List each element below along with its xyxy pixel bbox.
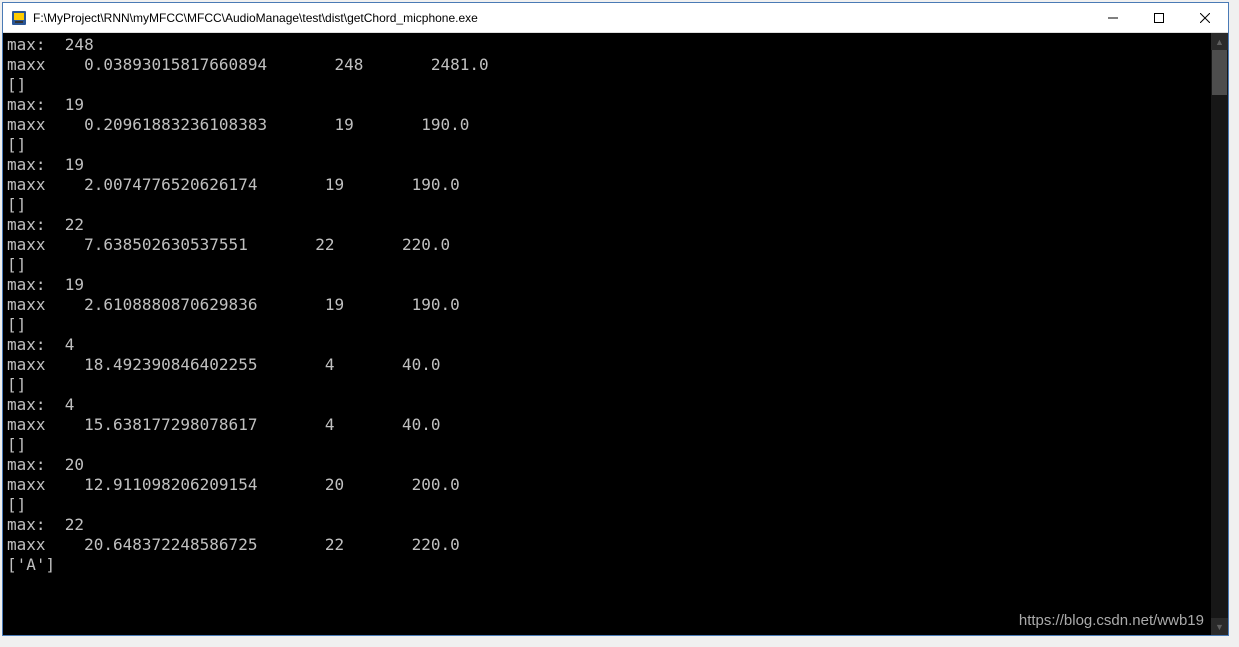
scroll-up-arrow[interactable]: ▲ [1211,33,1228,50]
app-icon [11,10,27,26]
console-area: max: 248 maxx 0.03893015817660894 248 24… [3,33,1228,635]
window-title: F:\MyProject\RNN\myMFCC\MFCC\AudioManage… [33,11,1090,25]
scroll-thumb[interactable] [1212,50,1227,95]
scroll-down-arrow[interactable]: ▼ [1211,618,1228,635]
close-button[interactable] [1182,3,1228,33]
console-output[interactable]: max: 248 maxx 0.03893015817660894 248 24… [3,33,1211,635]
maximize-button[interactable] [1136,3,1182,33]
minimize-button[interactable] [1090,3,1136,33]
vertical-scrollbar[interactable]: ▲ ▼ [1211,33,1228,635]
titlebar[interactable]: F:\MyProject\RNN\myMFCC\MFCC\AudioManage… [3,3,1228,33]
console-window: F:\MyProject\RNN\myMFCC\MFCC\AudioManage… [2,2,1229,636]
window-controls [1090,3,1228,32]
